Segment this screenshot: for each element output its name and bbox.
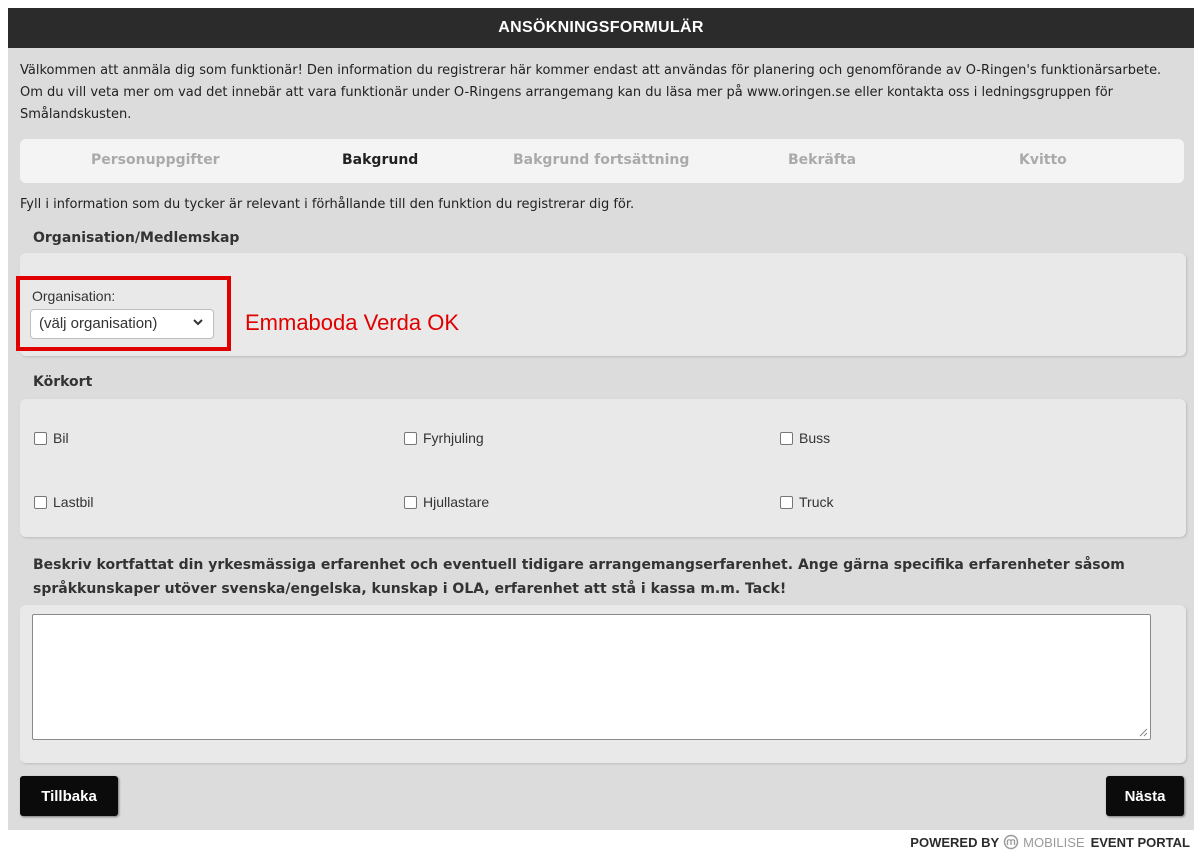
resize-grip-icon[interactable]	[1139, 728, 1148, 737]
step-bakgrund[interactable]: Bakgrund	[342, 152, 418, 168]
checkbox-fyrhjuling[interactable]: Fyrhjuling	[404, 430, 484, 446]
brand-name: MOBILISE	[1023, 834, 1085, 850]
step-personuppgifter[interactable]: Personuppgifter	[91, 152, 220, 168]
form-frame: ANSÖKNINGSFORMULÄR Välkommen att anmäla …	[8, 8, 1194, 850]
section-title-organisation: Organisation/Medlemskap	[33, 230, 240, 246]
checkbox-label: Buss	[799, 430, 831, 446]
organisation-annotation: Emmaboda Verda OK	[245, 310, 460, 335]
checkbox-box[interactable]	[34, 431, 47, 445]
section-title-korkort: Körkort	[33, 374, 93, 390]
step-progress-bar: Personuppgifter Bakgrund Bakgrund fortsä…	[20, 139, 1184, 183]
checkbox-box[interactable]	[780, 495, 793, 509]
checkbox-hjullastare[interactable]: Hjullastare	[404, 494, 489, 510]
lead-text: Fyll i information som du tycker är rele…	[20, 197, 635, 212]
checkbox-box[interactable]	[34, 495, 47, 509]
checkbox-bil[interactable]: Bil	[34, 430, 69, 446]
step-kvitto[interactable]: Kvitto	[1019, 152, 1067, 168]
checkbox-label: Fyrhjuling	[423, 430, 484, 446]
page-title: ANSÖKNINGSFORMULÄR	[498, 19, 704, 36]
next-button[interactable]: Nästa	[1106, 776, 1184, 816]
experience-prompt: Beskriv kortfattat din yrkesmässiga erfa…	[33, 557, 1125, 597]
powered-by-text: POWERED BY	[910, 834, 1000, 850]
checkbox-box[interactable]	[404, 495, 417, 509]
korkort-panel	[20, 399, 1186, 537]
checkbox-label: Bil	[53, 430, 69, 446]
checkbox-box[interactable]	[780, 431, 793, 445]
checkbox-label: Lastbil	[53, 494, 94, 510]
checkbox-truck[interactable]: Truck	[780, 494, 833, 510]
checkbox-label: Hjullastare	[423, 494, 490, 510]
highlight-box	[16, 276, 231, 351]
checkbox-label: Truck	[799, 494, 834, 510]
checkbox-buss[interactable]: Buss	[780, 430, 830, 446]
step-bekrafta[interactable]: Bekräfta	[788, 152, 856, 168]
back-button[interactable]: Tillbaka	[20, 776, 118, 816]
page-header: ANSÖKNINGSFORMULÄR	[8, 8, 1194, 48]
intro-text: Välkommen att anmäla dig som funktionär!…	[20, 63, 1162, 122]
checkbox-box[interactable]	[404, 431, 417, 445]
experience-textarea[interactable]	[32, 614, 1151, 740]
product-name: EVENT PORTAL	[1090, 834, 1190, 850]
checkbox-lastbil[interactable]: Lastbil	[34, 494, 93, 510]
step-bakgrund-fortsattning[interactable]: Bakgrund fortsättning	[513, 152, 689, 168]
